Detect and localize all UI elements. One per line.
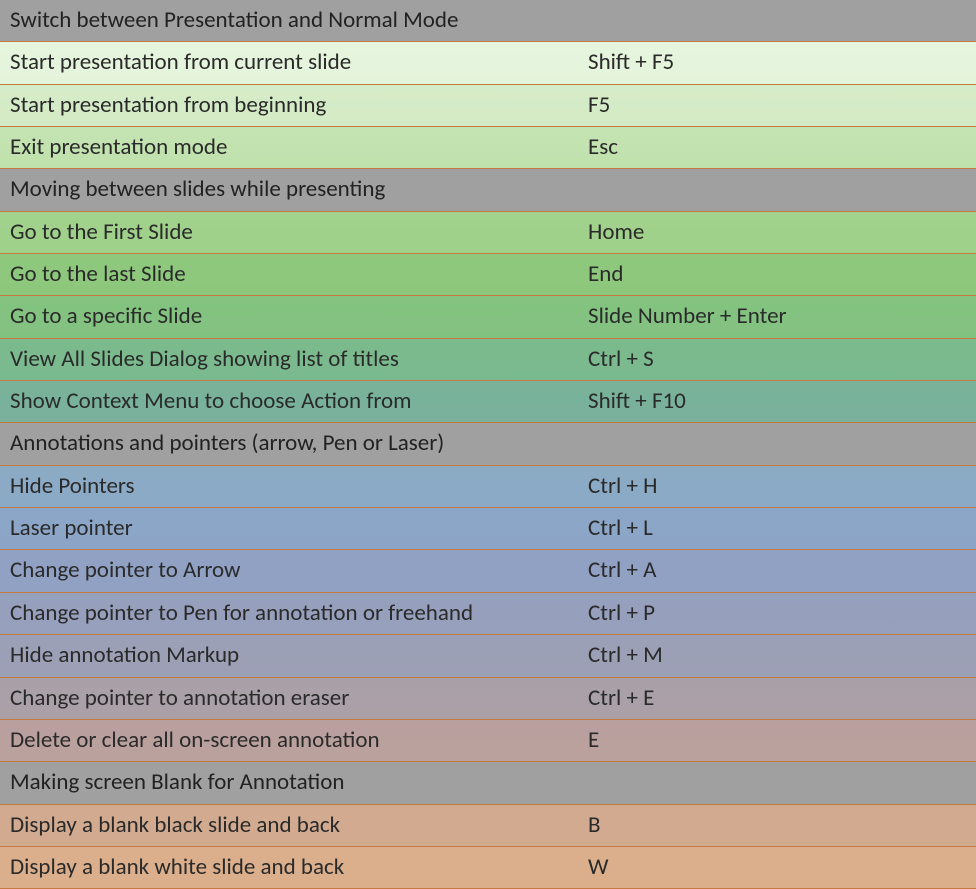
- section-title-key: [580, 762, 976, 803]
- shortcut-key: E: [580, 720, 976, 761]
- shortcut-key: Ctrl + M: [580, 635, 976, 676]
- shortcut-desc: Show Context Menu to choose Action from: [0, 381, 580, 422]
- shortcut-desc: Go to the First Slide: [0, 212, 580, 253]
- shortcut-key: Ctrl + A: [580, 550, 976, 591]
- shortcut-key: Ctrl + P: [580, 593, 976, 634]
- section-header: Switch between Presentation and Normal M…: [0, 0, 976, 42]
- table-row: View All Slides Dialog showing list of t…: [0, 339, 976, 381]
- table-row: Change pointer to Arrow Ctrl + A: [0, 550, 976, 592]
- shortcut-desc: Change pointer to annotation eraser: [0, 678, 580, 719]
- shortcut-desc: Exit presentation mode: [0, 127, 580, 168]
- table-row: Start presentation from current slide Sh…: [0, 42, 976, 84]
- section-header: Moving between slides while presenting: [0, 169, 976, 211]
- shortcut-key: Ctrl + H: [580, 466, 976, 507]
- shortcut-key: Ctrl + L: [580, 508, 976, 549]
- table-row: Show Context Menu to choose Action from …: [0, 381, 976, 423]
- section-title-key: [580, 169, 976, 210]
- shortcut-desc: Delete or clear all on-screen annotation: [0, 720, 580, 761]
- section-header: Making screen Blank for Annotation: [0, 762, 976, 804]
- shortcut-key: Ctrl + E: [580, 678, 976, 719]
- shortcut-key: Shift + F10: [580, 381, 976, 422]
- table-row: Go to a specific Slide Slide Number + En…: [0, 296, 976, 338]
- table-row: Hide annotation Markup Ctrl + M: [0, 635, 976, 677]
- shortcut-desc: Hide Pointers: [0, 466, 580, 507]
- table-row: Delete or clear all on-screen annotation…: [0, 720, 976, 762]
- section-title: Switch between Presentation and Normal M…: [0, 0, 580, 41]
- table-row: Go to the First Slide Home: [0, 212, 976, 254]
- shortcut-desc: Change pointer to Pen for annotation or …: [0, 593, 580, 634]
- shortcut-key: Esc: [580, 127, 976, 168]
- table-row: Change pointer to annotation eraser Ctrl…: [0, 678, 976, 720]
- table-row: Change pointer to Pen for annotation or …: [0, 593, 976, 635]
- shortcut-key: F5: [580, 85, 976, 126]
- shortcut-key: End: [580, 254, 976, 295]
- table-row: Display a blank white slide and back W: [0, 847, 976, 889]
- table-row: Go to the last Slide End: [0, 254, 976, 296]
- table-row: Start presentation from beginning F5: [0, 85, 976, 127]
- shortcut-desc: Go to the last Slide: [0, 254, 580, 295]
- shortcut-key: W: [580, 847, 976, 888]
- section-title-key: [580, 0, 976, 41]
- table-row: Hide Pointers Ctrl + H: [0, 466, 976, 508]
- section-header: Annotations and pointers (arrow, Pen or …: [0, 423, 976, 465]
- shortcut-key: Shift + F5: [580, 42, 976, 83]
- section-title-key: [580, 423, 976, 464]
- shortcut-desc: Change pointer to Arrow: [0, 550, 580, 591]
- shortcut-table: Switch between Presentation and Normal M…: [0, 0, 976, 889]
- section-title: Annotations and pointers (arrow, Pen or …: [0, 423, 580, 464]
- section-title: Making screen Blank for Annotation: [0, 762, 580, 803]
- section-title: Moving between slides while presenting: [0, 169, 580, 210]
- shortcut-key: Home: [580, 212, 976, 253]
- shortcut-desc: Hide annotation Markup: [0, 635, 580, 676]
- shortcut-desc: View All Slides Dialog showing list of t…: [0, 339, 580, 380]
- shortcut-desc: Go to a specific Slide: [0, 296, 580, 337]
- shortcut-desc: Start presentation from beginning: [0, 85, 580, 126]
- table-row: Laser pointer Ctrl + L: [0, 508, 976, 550]
- shortcut-desc: Start presentation from current slide: [0, 42, 580, 83]
- shortcut-desc: Display a blank white slide and back: [0, 847, 580, 888]
- shortcut-key: Slide Number + Enter: [580, 296, 976, 337]
- shortcut-key: Ctrl + S: [580, 339, 976, 380]
- table-row: Display a blank black slide and back B: [0, 805, 976, 847]
- shortcut-desc: Laser pointer: [0, 508, 580, 549]
- table-row: Exit presentation mode Esc: [0, 127, 976, 169]
